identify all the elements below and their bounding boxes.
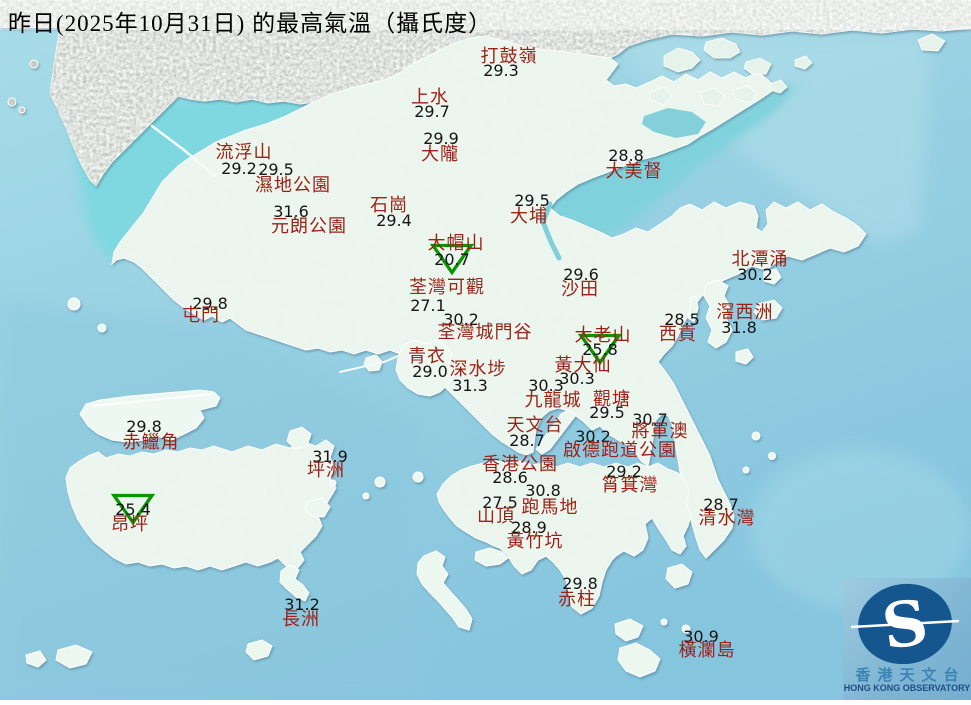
station-value: 29.4	[376, 211, 412, 230]
station-name: 啟德跑道公園	[563, 440, 677, 460]
station-value: 30.2	[737, 265, 773, 284]
station-name: 濕地公園	[255, 175, 331, 195]
station-name: 打鼓嶺	[480, 46, 538, 66]
station-name: 赤鱲角	[122, 432, 180, 452]
station-name: 橫瀾島	[678, 640, 736, 660]
hko-logo-symbol: S	[850, 583, 960, 665]
station-name: 屯門	[182, 305, 220, 325]
station-name: 坪洲	[307, 460, 345, 480]
station-value: 20.7	[434, 250, 470, 269]
station-name: 大隴	[421, 144, 459, 164]
station-name: 香港公園	[482, 454, 558, 474]
hko-logo-en: HONG KONG OBSERVATORY	[843, 683, 971, 693]
station-name: 滘西洲	[716, 302, 774, 322]
station-name: 觀塘	[593, 389, 631, 409]
hko-logo: S 香港天文台 HONG KONG OBSERVATORY	[843, 578, 971, 700]
station-name: 赤柱	[558, 589, 596, 609]
station-value: 31.8	[721, 318, 757, 337]
station-name: 荃灣可觀	[409, 277, 485, 297]
station-name: 黃竹坑	[506, 531, 564, 551]
station-value: 29.0	[412, 362, 448, 381]
station-name: 荃灣城門谷	[437, 322, 533, 342]
station-name: 跑馬地	[521, 497, 579, 517]
station-name: 大美督	[605, 161, 663, 181]
station-name: 大老山	[574, 325, 632, 345]
station-name: 上水	[411, 87, 449, 107]
station-name: 長洲	[282, 609, 320, 629]
station-value: 27.1	[410, 296, 446, 315]
station-name: 黃大仙	[554, 355, 612, 375]
station-name: 西貢	[659, 324, 697, 344]
station-value: 31.3	[452, 376, 488, 395]
station-name: 流浮山	[215, 142, 273, 162]
station-name: 大帽山	[427, 233, 485, 253]
station-name: 昂坪	[111, 514, 149, 534]
station-name: 北潭涌	[731, 249, 789, 269]
station-value: 29.2	[221, 159, 257, 178]
station-name: 筲箕灣	[601, 475, 659, 495]
station-name: 九龍城	[524, 390, 582, 410]
station-name: 沙田	[561, 279, 599, 299]
station-name: 石崗	[370, 195, 408, 215]
station-name: 大埔	[510, 206, 548, 226]
station-name: 清水灣	[698, 508, 756, 528]
stations-layer: 29.3 打鼓嶺 29.7 上水 29.9 大隴 29.2 流浮山 29.5 濕地公園 31.6 元朗…	[0, 0, 971, 700]
station-name: 深水埗	[449, 359, 507, 379]
station-name: 天文台	[506, 415, 564, 435]
station-value: 28.7	[509, 431, 545, 450]
station-name: 青衣	[408, 346, 446, 366]
page-title: 昨日(2025年10月31日) 的最高氣溫（攝氏度）	[8, 11, 493, 36]
station-name: 元朗公園	[271, 216, 347, 236]
hko-logo-zh: 香港天文台	[855, 668, 966, 684]
station-name: 山頂	[477, 506, 515, 526]
station-name: 將軍澳	[631, 421, 689, 441]
